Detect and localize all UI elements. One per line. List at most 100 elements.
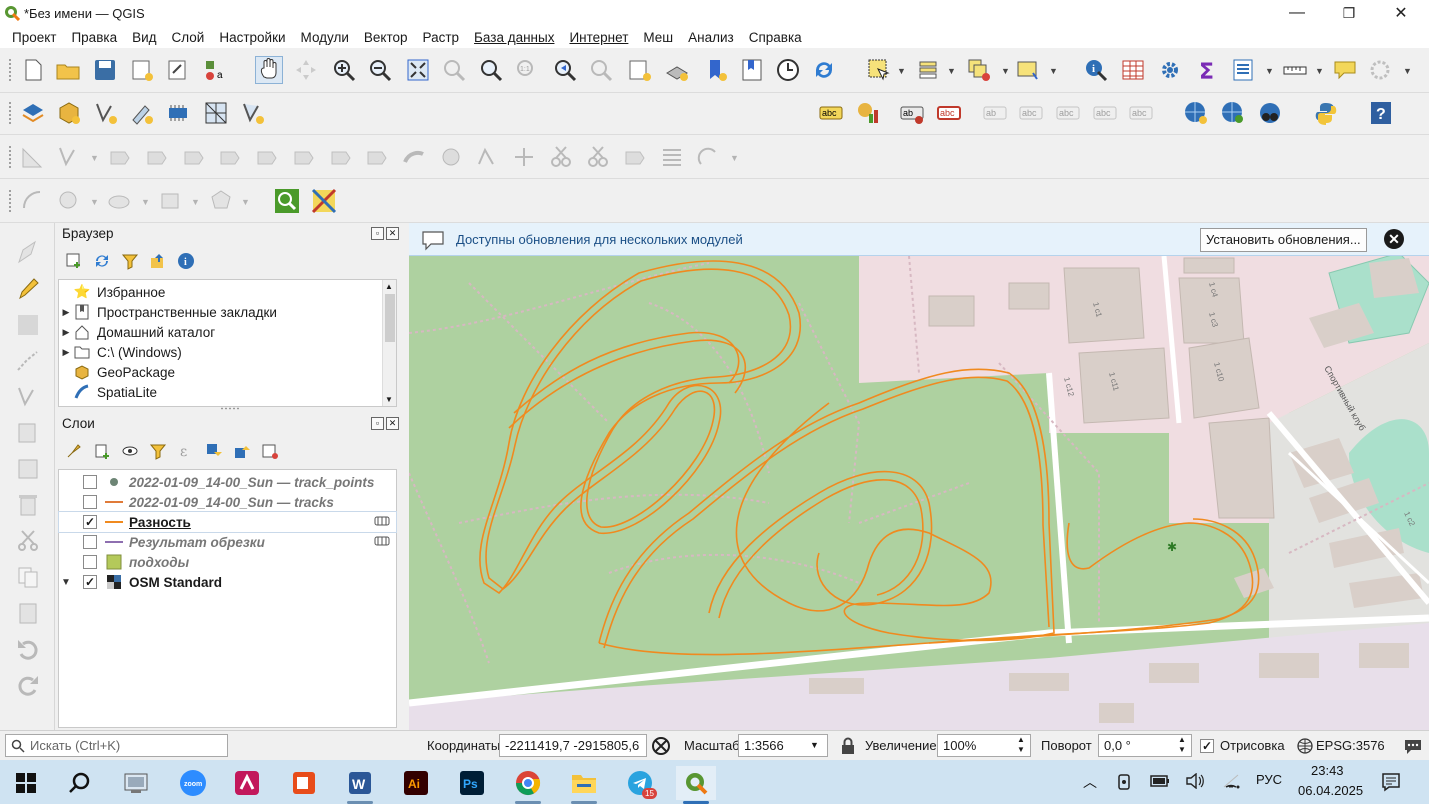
meet-now-icon[interactable] (1116, 773, 1132, 791)
map-canvas[interactable]: 1 с1 1 с4 1 с3 1 с10 1 с11 1 с12 1 с2 Сп… (409, 223, 1429, 730)
volume-icon[interactable] (1185, 773, 1205, 789)
layer-row-clip-result[interactable]: Результат обрезки (59, 532, 396, 552)
diagram-icon[interactable] (854, 99, 882, 127)
remove-layer-icon[interactable] (259, 440, 281, 462)
style-manager-icon[interactable]: a (201, 56, 229, 84)
rotate-feature-icon[interactable] (143, 143, 171, 171)
current-edits-icon[interactable] (14, 239, 42, 267)
add-regular-polygon-icon[interactable] (207, 187, 235, 215)
float-panel-button[interactable]: ▫ (371, 227, 384, 240)
field-calculator-dropdown-icon[interactable]: ▼ (1265, 66, 1274, 76)
undo-icon[interactable] (14, 635, 42, 663)
browser-item-spatialite[interactable]: SpatiaLite (59, 382, 396, 402)
simplify-feature-icon[interactable] (180, 143, 208, 171)
browser-item-spatial-bookmarks[interactable]: ▶ Пространственные закладки (59, 302, 396, 322)
add-part-icon[interactable] (253, 143, 281, 171)
shape-digitizing-icon[interactable] (19, 143, 47, 171)
zoom-icon[interactable]: zoom (173, 766, 213, 800)
new-shapefile-icon[interactable] (92, 99, 120, 127)
browser-item-geopackage[interactable]: GeoPackage (59, 362, 396, 382)
scroll-thumb[interactable] (385, 294, 395, 342)
filter-by-expression-icon[interactable]: ε (175, 440, 197, 462)
menu-edit[interactable]: Правка (63, 30, 124, 45)
zoom-out-icon[interactable] (366, 56, 394, 84)
split-features-icon[interactable] (547, 143, 575, 171)
filter-browser-icon[interactable] (119, 250, 141, 272)
notifications-icon[interactable] (1381, 772, 1401, 792)
add-rectangle-dropdown-icon[interactable]: ▼ (191, 197, 200, 207)
quickmapservices-icon[interactable] (310, 187, 338, 215)
zoom-last-icon[interactable] (551, 56, 579, 84)
add-ring-icon[interactable] (216, 143, 244, 171)
move-feature-icon[interactable] (106, 143, 134, 171)
pan-to-selection-icon[interactable] (292, 56, 320, 84)
layer-checkbox[interactable] (83, 495, 97, 509)
modify-attributes-icon[interactable] (14, 419, 42, 447)
add-rectangle-icon[interactable] (157, 187, 185, 215)
select-location-icon[interactable] (1014, 56, 1042, 84)
layer-checkbox[interactable]: ✓ (83, 515, 97, 529)
new-virtual-layer-icon[interactable] (165, 99, 193, 127)
expand-arrow-icon[interactable]: ▶ (59, 347, 73, 358)
menu-web[interactable]: Интернет (561, 30, 635, 45)
copy-features-icon[interactable] (14, 563, 42, 591)
measure-line-icon[interactable] (1281, 56, 1309, 84)
zoom-next-icon[interactable] (587, 56, 615, 84)
offset-curve-icon[interactable] (437, 143, 465, 171)
open-data-source-manager-icon[interactable] (19, 99, 47, 127)
wifi-icon[interactable] (1222, 773, 1240, 789)
expand-arrow-icon[interactable]: ▶ (59, 327, 73, 338)
edit-attributes-icon[interactable] (14, 455, 42, 483)
toolbar-grip[interactable] (8, 101, 12, 125)
properties-info-icon[interactable]: i (175, 250, 197, 272)
zoom-native-icon[interactable]: 1:1 (513, 56, 541, 84)
word-icon[interactable]: W (340, 766, 380, 804)
new-temporary-layer-icon[interactable] (128, 99, 156, 127)
input-language-indicator[interactable]: РУС (1256, 772, 1282, 787)
toolbar-grip[interactable] (8, 58, 12, 82)
add-group-icon[interactable] (91, 440, 113, 462)
toolbar-grip[interactable] (8, 145, 12, 169)
fill-ring-icon[interactable] (290, 143, 318, 171)
toolbar-grip[interactable] (8, 189, 12, 213)
close-message-icon[interactable]: ✕ (1384, 229, 1404, 249)
paste-features-icon[interactable] (14, 599, 42, 627)
manage-map-themes-icon[interactable] (119, 440, 141, 462)
delete-ring-icon[interactable] (327, 143, 355, 171)
scroll-up-icon[interactable]: ▲ (385, 282, 393, 291)
select-dropdown-icon[interactable]: ▼ (897, 66, 906, 76)
taskbar-search-icon[interactable] (60, 766, 100, 800)
collapse-arrow-icon[interactable]: ▼ (59, 577, 73, 588)
new-print-layout-icon[interactable] (128, 56, 156, 84)
map-tips-icon[interactable] (1331, 56, 1359, 84)
new-mesh-layer-icon[interactable] (202, 99, 230, 127)
maximize-button[interactable]: ❐ (1325, 0, 1373, 26)
add-wms-layer-icon[interactable] (1182, 99, 1210, 127)
render-checkbox[interactable]: ✓ (1200, 739, 1214, 753)
add-selected-layers-icon[interactable] (63, 250, 85, 272)
qgis-taskbar-icon[interactable] (676, 766, 716, 804)
toggle-extents-icon[interactable] (651, 736, 671, 756)
save-project-icon[interactable] (91, 56, 119, 84)
reverse-line-icon[interactable] (474, 143, 502, 171)
new-geopackage-icon[interactable] (55, 99, 83, 127)
vertex-tool-icon[interactable] (55, 143, 83, 171)
close-panel-button[interactable]: ✕ (386, 227, 399, 240)
zoom-full-icon[interactable] (404, 56, 432, 84)
browser-item-home[interactable]: ▶ Домашний каталог (59, 322, 396, 342)
show-hide-labels-icon[interactable]: abc (1017, 99, 1045, 127)
crs-globe-icon[interactable] (1297, 738, 1313, 754)
coordinate-field[interactable]: -2211419,7 -2915805,6 (499, 734, 647, 757)
messages-icon[interactable] (1404, 737, 1422, 755)
pan-map-icon[interactable] (255, 56, 283, 84)
close-button[interactable]: ✕ (1377, 0, 1425, 26)
deselect-icon[interactable] (965, 56, 993, 84)
zoom-in-icon[interactable] (330, 56, 358, 84)
map-theme-dropdown-icon[interactable]: ▼ (1403, 66, 1412, 76)
save-edits-icon[interactable] (14, 311, 42, 339)
rotation-stepper-icon[interactable]: ▲ ▼ (1178, 735, 1186, 755)
rotate-label-icon[interactable]: abc (1054, 99, 1082, 127)
refresh-icon[interactable] (810, 56, 838, 84)
expand-arrow-icon[interactable]: ▶ (59, 307, 73, 318)
measure-dropdown-icon[interactable]: ▼ (1315, 66, 1324, 76)
